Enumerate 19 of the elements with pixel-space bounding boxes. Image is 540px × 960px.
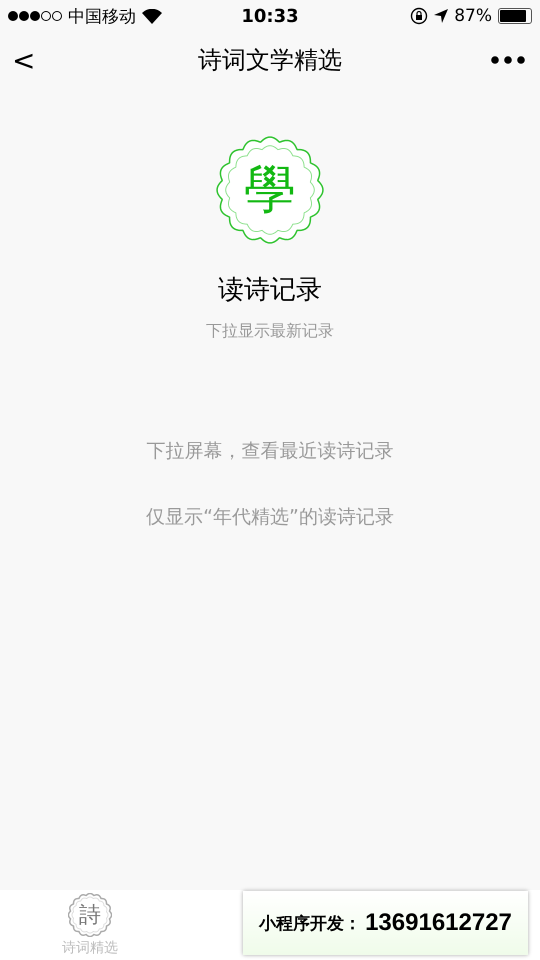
carrier: 中国移动 [68,6,136,28]
phone-number: 13691612727 [365,909,512,937]
location-icon [434,9,448,23]
hint-text: 下拉屏幕，查看最近读诗记录 [146,439,394,464]
rotation-lock-icon [410,7,428,25]
section-title: 读诗记录 [218,274,322,307]
page-title: 诗词文学精选 [198,45,342,76]
section-subtitle: 下拉显示最新记录 [206,321,334,342]
banner-label: 小程序开发： [259,912,362,934]
back-button[interactable]: < [12,44,52,76]
wifi-icon [142,8,162,24]
logo-seal: 學 [216,136,324,244]
clock: 10:33 [241,6,299,26]
battery-icon [498,8,532,24]
hint-text: 仅显示“年代精选”的读诗记录 [146,505,394,530]
signal-icon [8,10,62,22]
tab-seal-icon: 詩 [68,893,112,937]
battery-percent: 87% [454,6,492,26]
tab[interactable]: 詩 诗词精选 [0,890,180,960]
